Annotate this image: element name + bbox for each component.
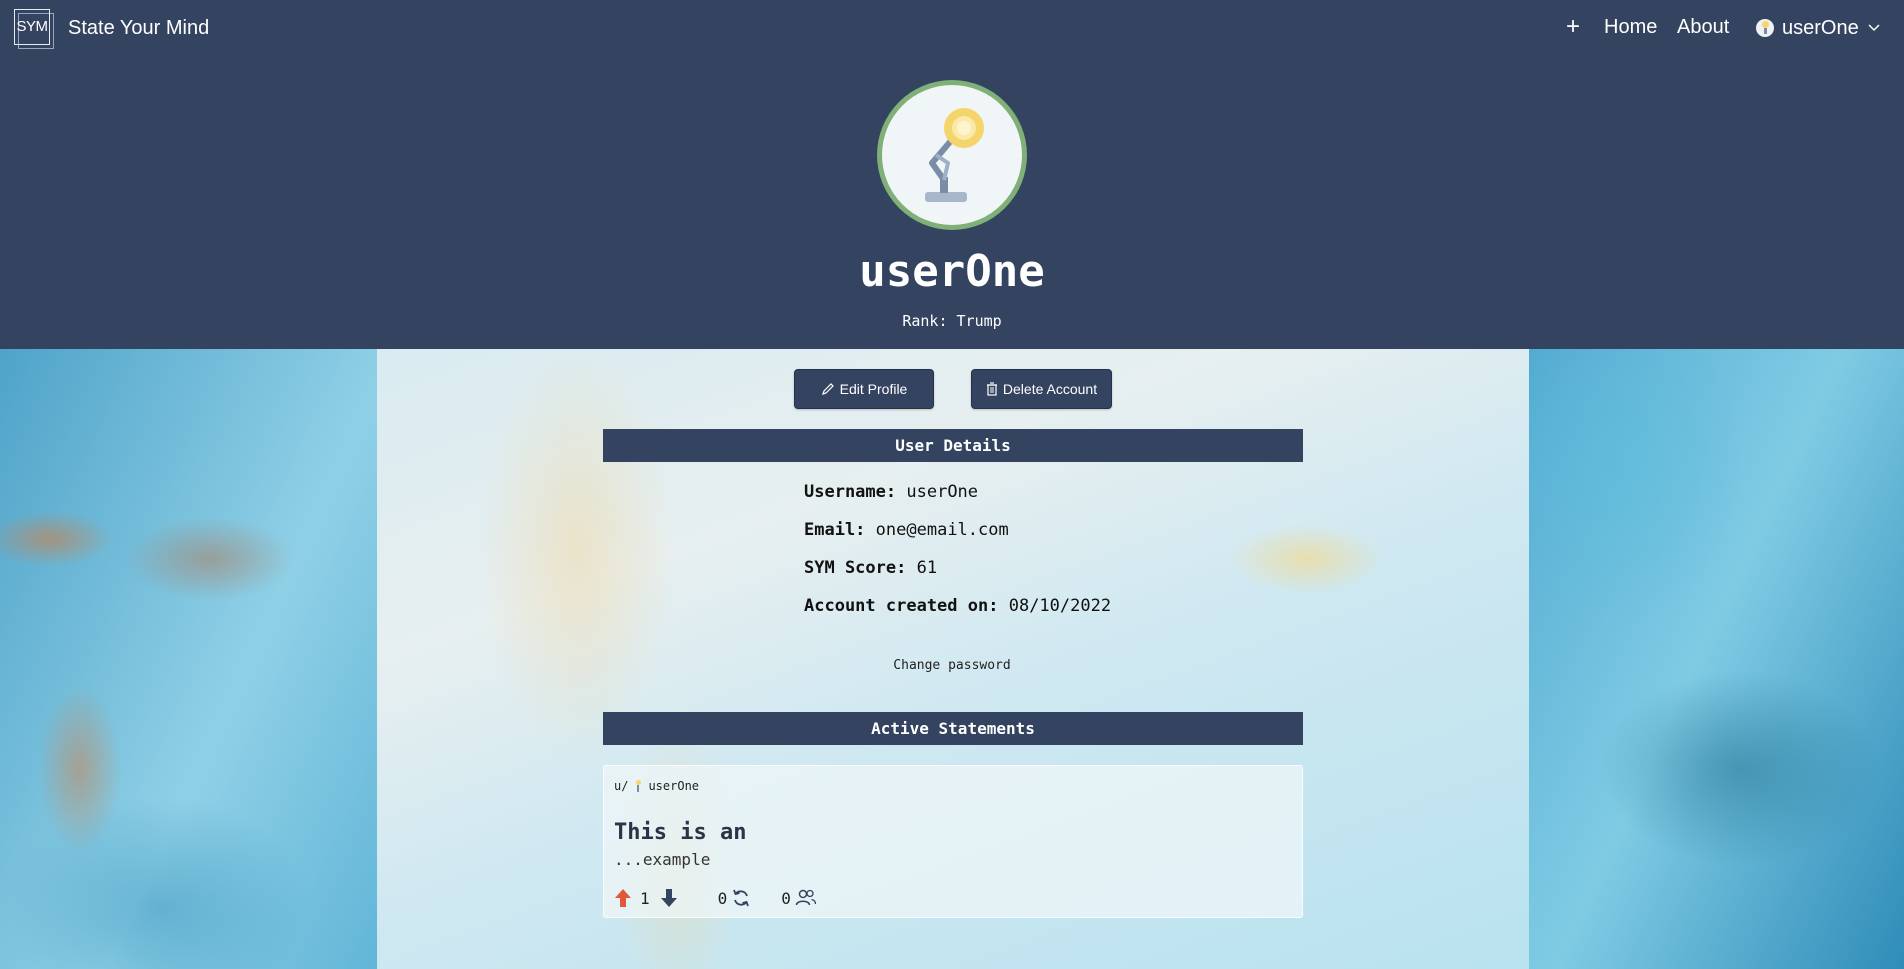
navbar: SYM State Your Mind + Home About userOne [0,0,1904,58]
repost-icon[interactable] [731,888,751,908]
profile-username: userOne [859,246,1045,297]
nav-home-link[interactable]: Home [1604,16,1657,39]
upvote-arrow-icon[interactable] [614,888,632,908]
detail-username: Username: userOne [804,482,978,502]
nav-about-link[interactable]: About [1677,16,1729,39]
chevron-down-icon [1868,24,1880,32]
author-avatar [632,780,644,792]
repost-count: 0 [717,888,728,908]
statement-body: ...example [614,850,711,869]
detail-username-value: userOne [906,482,979,502]
edit-profile-button[interactable]: Edit Profile [794,369,934,409]
profile-avatar [877,80,1027,230]
statement-author: u/ userOne [614,779,699,793]
change-password-link[interactable]: Change password [0,658,1904,673]
edit-profile-label: Edit Profile [839,381,908,397]
delete-account-label: Delete Account [1002,381,1098,397]
statement-stats: 1 0 0 [614,888,817,908]
profile-header: userOne Rank: Trump [0,58,1904,349]
detail-created-label: Account created on: [804,596,999,616]
detail-email-value: one@email.com [875,520,1009,540]
delete-account-button[interactable]: Delete Account [971,369,1112,409]
people-icon[interactable] [795,889,817,907]
brand-name[interactable]: State Your Mind [68,17,209,40]
followers-count: 0 [781,888,791,908]
user-menu-dropdown[interactable]: userOne [1756,16,1881,40]
detail-score-value: 61 [916,558,938,578]
detail-created-value: 08/10/2022 [1008,596,1112,616]
brand-logo-text: SYM [16,18,48,35]
plus-icon: + [1566,13,1581,40]
statement-title: This is an [614,820,747,845]
pencil-icon [821,383,834,395]
profile-rank: Rank: Trump [902,312,1002,330]
detail-score: SYM Score: 61 [804,558,937,578]
upvote-count: 1 [640,888,650,908]
user-details-heading: User Details [603,429,1303,462]
nav-username: userOne [1782,16,1859,39]
detail-email-label: Email: [804,520,866,540]
author-prefix: u/ [614,779,629,793]
brand-logo[interactable]: SYM [14,9,54,49]
detail-created: Account created on: 08/10/2022 [804,596,1111,616]
desk-lamp-icon [925,108,984,202]
detail-username-label: Username: [804,482,897,502]
trash-icon [986,382,997,396]
downvote-arrow-icon[interactable] [660,888,678,908]
new-statement-button[interactable]: + [1566,13,1580,41]
active-statements-heading: Active Statements [603,712,1303,745]
author-name-link[interactable]: userOne [648,779,699,793]
detail-score-label: SYM Score: [804,558,907,578]
nav-avatar [1756,19,1774,37]
statement-card[interactable]: u/ userOne This is an ...example 1 0 0 [603,765,1303,918]
detail-email: Email: one@email.com [804,520,1009,540]
